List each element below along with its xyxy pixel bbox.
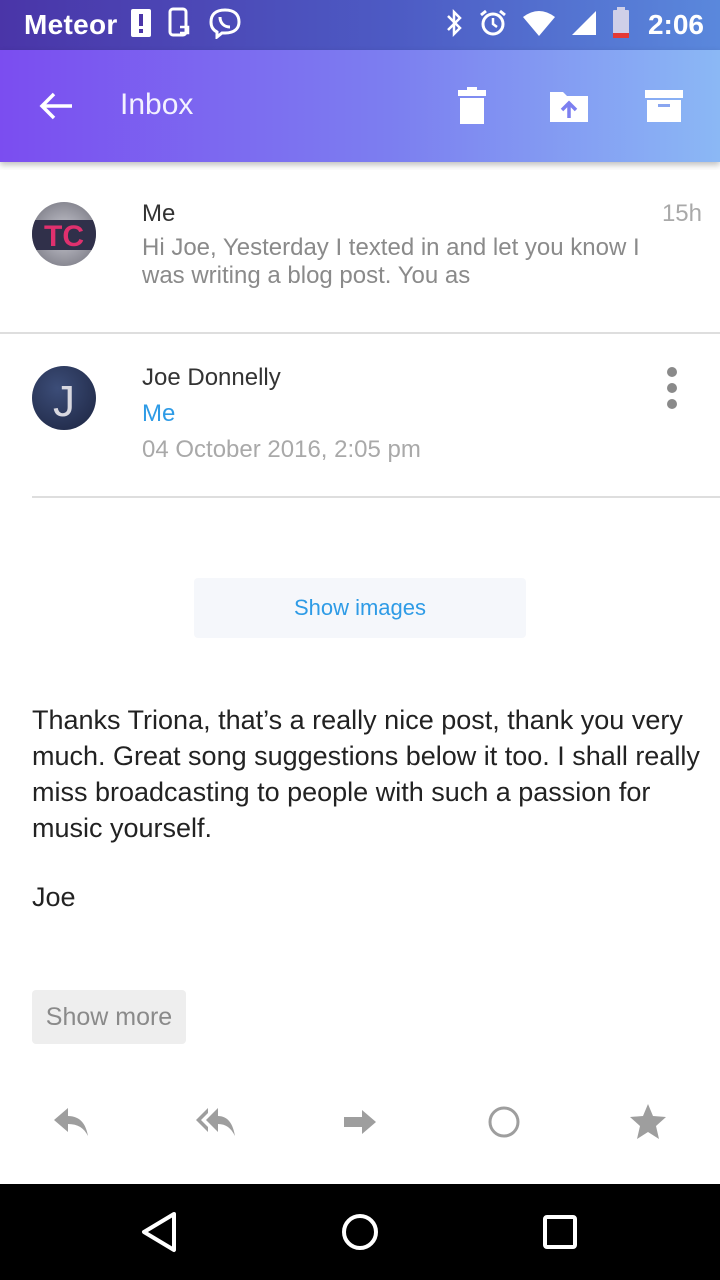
more-vert-icon xyxy=(667,367,677,409)
divider xyxy=(32,496,720,498)
wifi-icon xyxy=(522,9,556,42)
back-button[interactable] xyxy=(36,86,76,126)
avatar-initials: TC xyxy=(44,220,84,253)
message-signature: Joe xyxy=(32,882,76,912)
nav-recents-button[interactable] xyxy=(536,1208,584,1256)
star-icon xyxy=(630,1104,666,1139)
reply-all-icon xyxy=(196,1108,235,1136)
app-bar: Inbox xyxy=(0,50,720,162)
mark-unread-button[interactable] xyxy=(482,1102,526,1142)
delete-icon xyxy=(458,87,486,124)
move-to-folder-icon xyxy=(550,92,588,122)
forward-icon xyxy=(344,1110,376,1134)
sender-name: Joe Donnelly xyxy=(142,364,281,391)
delete-button[interactable] xyxy=(452,86,492,126)
message-date: 04 October 2016, 2:05 pm xyxy=(142,436,421,463)
status-bar: Meteor 2:06 xyxy=(0,0,720,50)
mark-unread-icon xyxy=(488,1106,520,1138)
bluetooth-icon xyxy=(444,8,464,43)
message-snippet: Hi Joe, Yesterday I texted in and let yo… xyxy=(142,234,640,289)
show-images-button[interactable]: Show images xyxy=(194,578,526,638)
nav-back-button[interactable] xyxy=(136,1208,184,1256)
square-recents-icon xyxy=(543,1215,577,1249)
sender-name: Me xyxy=(142,200,176,227)
signal-icon xyxy=(570,9,598,42)
triangle-back-icon xyxy=(142,1212,176,1252)
circle-home-icon xyxy=(342,1214,378,1250)
more-options-button[interactable] xyxy=(656,364,688,412)
phone-sync-icon xyxy=(166,7,194,44)
reply-icon xyxy=(54,1108,88,1136)
arrow-back-icon xyxy=(39,92,72,120)
archive-icon xyxy=(645,90,683,122)
alarm-icon xyxy=(478,8,508,43)
viber-icon xyxy=(208,7,242,44)
reply-button[interactable] xyxy=(50,1102,94,1142)
alert-icon xyxy=(130,8,152,43)
message-actions xyxy=(0,1094,720,1150)
show-more-button[interactable]: Show more xyxy=(32,990,186,1044)
clock: 2:06 xyxy=(647,9,704,40)
archive-button[interactable] xyxy=(644,86,684,126)
recipient-link[interactable]: Me xyxy=(142,400,175,428)
battery-icon xyxy=(612,6,630,44)
message-header: J Joe Donnelly Me 04 October 2016, 2:05 … xyxy=(0,334,720,498)
navigation-bar xyxy=(0,1184,720,1280)
collapsed-message[interactable]: TC Me 15h Hi Joe, Yesterday I texted in … xyxy=(0,170,720,334)
avatar: TC xyxy=(32,202,96,266)
message-body: Thanks Triona, that’s a really nice post… xyxy=(32,705,700,843)
star-button[interactable] xyxy=(626,1102,670,1142)
nav-home-button[interactable] xyxy=(336,1208,384,1256)
carrier-name: Meteor xyxy=(24,9,118,40)
avatar: J xyxy=(32,366,96,430)
move-to-folder-button[interactable] xyxy=(549,86,589,126)
reply-all-button[interactable] xyxy=(194,1102,238,1142)
page-title: Inbox xyxy=(120,88,194,121)
avatar-initial: J xyxy=(53,377,75,426)
message-time: 15h xyxy=(661,200,702,227)
forward-button[interactable] xyxy=(338,1102,382,1142)
